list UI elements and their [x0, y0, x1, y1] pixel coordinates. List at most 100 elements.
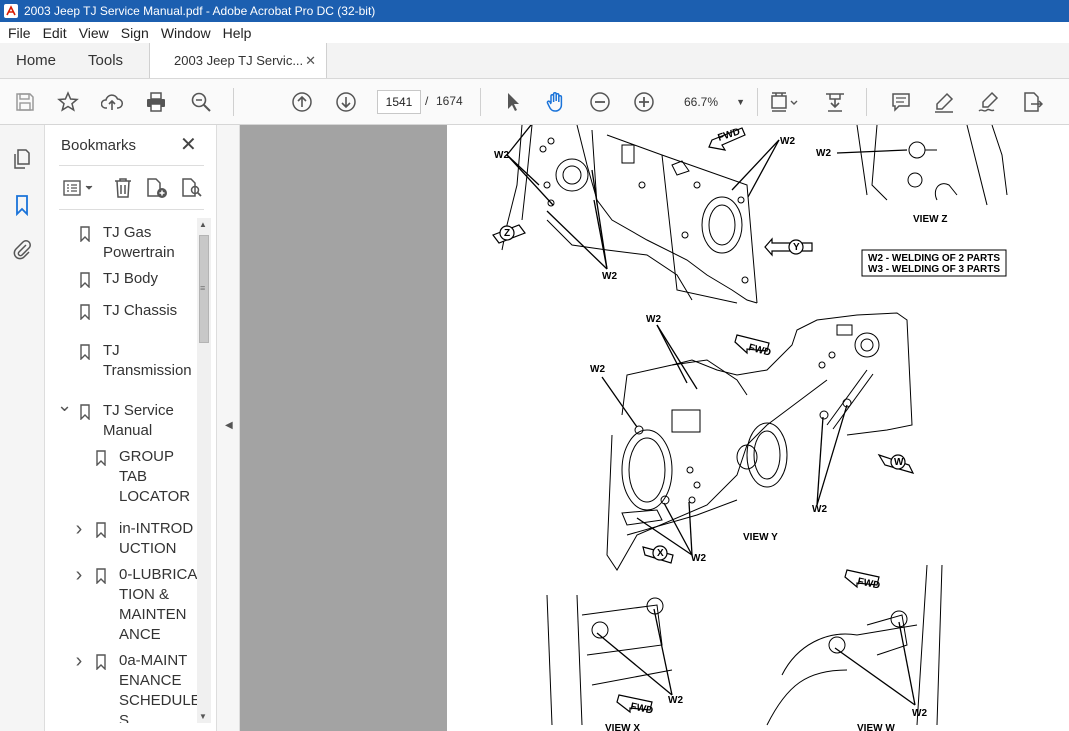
menu-view[interactable]: View: [73, 25, 115, 41]
view-z-label: VIEW Z: [913, 214, 947, 225]
collapse-left-icon[interactable]: ◀: [225, 420, 233, 431]
menu-window[interactable]: Window: [155, 25, 217, 41]
save-icon[interactable]: [13, 90, 37, 114]
w2-callout: W2: [494, 150, 509, 161]
prev-page-icon[interactable]: [290, 90, 314, 114]
tab-bar: Home Tools 2003 Jeep TJ Servic... ✕: [0, 43, 1069, 79]
acrobat-icon: [4, 4, 18, 18]
fit-page-icon[interactable]: [768, 90, 802, 114]
chevron-down-icon[interactable]: ⌄: [57, 395, 72, 415]
menu-help[interactable]: Help: [217, 25, 258, 41]
bookmark-icon: [80, 344, 90, 360]
menu-sign[interactable]: Sign: [115, 25, 155, 41]
bookmark-icon: [80, 272, 90, 288]
view-y-marker-label: Y: [793, 242, 800, 253]
tab-document-label: 2003 Jeep TJ Servic...: [174, 53, 304, 68]
delete-icon[interactable]: [111, 176, 135, 200]
bookmark-icon: [96, 568, 106, 584]
w2-callout: W2: [646, 314, 661, 325]
next-page-icon[interactable]: [334, 90, 358, 114]
bookmark-label: 0-LUBRICA TION & MAINTEN ANCE: [119, 566, 197, 643]
bookmark-label: TJ Chassis: [103, 302, 178, 319]
upload-icon[interactable]: [100, 90, 124, 114]
w2-callout: W2: [816, 148, 831, 159]
view-y-label: VIEW Y: [743, 532, 778, 543]
bookmark-icon: [80, 404, 90, 420]
bookmark-label: in-INTROD UCTION: [119, 520, 194, 557]
w2-callout: W2: [602, 271, 617, 282]
divider: [59, 165, 204, 166]
divider: [59, 209, 204, 210]
chevron-right-icon[interactable]: ›: [73, 651, 85, 671]
zoom-out-icon[interactable]: [588, 90, 612, 114]
comment-icon[interactable]: [889, 90, 913, 114]
view-x-marker-label: X: [657, 548, 664, 559]
sign-icon[interactable]: [976, 90, 1000, 114]
w2-callout: W2: [668, 695, 683, 706]
bookmark-label: 0a-MAINT ENANCE SCHEDULE S: [119, 652, 197, 723]
body-panel-diagram: FWD FWD FWD FWD Z Y W X W2 W2 W2 W2 W2 W…: [492, 125, 1008, 731]
legend-line-2: W3 - WELDING OF 3 PARTS: [868, 264, 1000, 275]
close-panel-icon[interactable]: ✕: [180, 135, 197, 155]
chevron-down-icon: ▼: [736, 97, 745, 107]
toolbar-separator: [757, 88, 758, 116]
w2-callout: W2: [912, 708, 927, 719]
hand-icon[interactable]: [544, 90, 568, 114]
view-w-label: VIEW W: [857, 723, 895, 731]
bookmark-icon: [96, 450, 106, 466]
toolbar-separator: [233, 88, 234, 116]
page-number-input[interactable]: [377, 90, 421, 114]
page-thumbnails-icon[interactable]: [10, 147, 34, 171]
tab-document[interactable]: 2003 Jeep TJ Servic... ✕: [149, 43, 328, 78]
options-menu-icon[interactable]: [61, 176, 97, 200]
page-separator: /: [425, 94, 429, 108]
zoom-search-icon[interactable]: [189, 90, 213, 114]
scroll-down-icon[interactable]: ▼: [199, 712, 207, 721]
w2-callout: W2: [590, 364, 605, 375]
toolbar-separator: [480, 88, 481, 116]
title-bar: 2003 Jeep TJ Service Manual.pdf - Adobe …: [0, 0, 1069, 22]
chevron-right-icon[interactable]: ›: [73, 565, 85, 585]
legend-line-1: W2 - WELDING OF 2 PARTS: [868, 253, 1000, 264]
tab-home[interactable]: Home: [0, 43, 72, 78]
zoom-value: 66.7%: [684, 95, 719, 109]
w2-callout: W2: [812, 504, 827, 515]
tab-tools[interactable]: Tools: [72, 43, 139, 78]
select-cursor-icon[interactable]: [501, 90, 525, 114]
w2-callout: W2: [780, 136, 795, 147]
bookmark-icon: [80, 226, 90, 242]
document-page[interactable]: FWD FWD FWD FWD Z Y W X W2 W2 W2 W2 W2 W…: [447, 125, 1069, 731]
chevron-right-icon[interactable]: ›: [73, 519, 85, 539]
print-icon[interactable]: [144, 90, 168, 114]
toolbar-separator: [866, 88, 867, 116]
zoom-dropdown[interactable]: 66.7% ▼: [677, 90, 745, 114]
bookmark-label: GROUP TAB LOCATOR: [119, 448, 191, 505]
grip-icon: ≡: [200, 283, 206, 293]
bookmarks-panel-icon[interactable]: [10, 193, 34, 217]
bookmark-star-icon[interactable]: [56, 90, 80, 114]
highlight-pen-icon[interactable]: [932, 90, 956, 114]
zoom-in-icon[interactable]: [632, 90, 656, 114]
view-x-label: VIEW X: [605, 723, 640, 731]
bookmarks-title: Bookmarks: [61, 137, 137, 154]
export-icon[interactable]: [1020, 90, 1044, 114]
scroll-mode-icon[interactable]: [823, 90, 847, 114]
menu-edit[interactable]: Edit: [37, 25, 73, 41]
view-z-marker-label: Z: [504, 228, 510, 239]
view-w-marker-label: W: [894, 457, 904, 468]
menu-bar: File Edit View Sign Window Help: [0, 22, 1069, 43]
total-pages: 1674: [436, 94, 463, 108]
toolbar: [0, 79, 1069, 125]
bookmark-label: TJ Service Manual: [103, 402, 174, 439]
close-tab-icon[interactable]: ✕: [305, 53, 316, 69]
bookmark-label: TJ Transmission: [103, 342, 192, 379]
bookmark-label: TJ Gas Powertrain: [103, 224, 175, 261]
bookmark-search-icon[interactable]: [179, 176, 205, 200]
menu-file[interactable]: File: [2, 25, 37, 41]
new-bookmark-icon[interactable]: [144, 176, 170, 200]
window-title: 2003 Jeep TJ Service Manual.pdf - Adobe …: [24, 4, 376, 18]
bookmark-icon: [80, 304, 90, 320]
w2-callout: W2: [691, 553, 706, 564]
scroll-up-icon[interactable]: ▲: [199, 220, 207, 229]
bookmark-icon: [96, 522, 106, 538]
